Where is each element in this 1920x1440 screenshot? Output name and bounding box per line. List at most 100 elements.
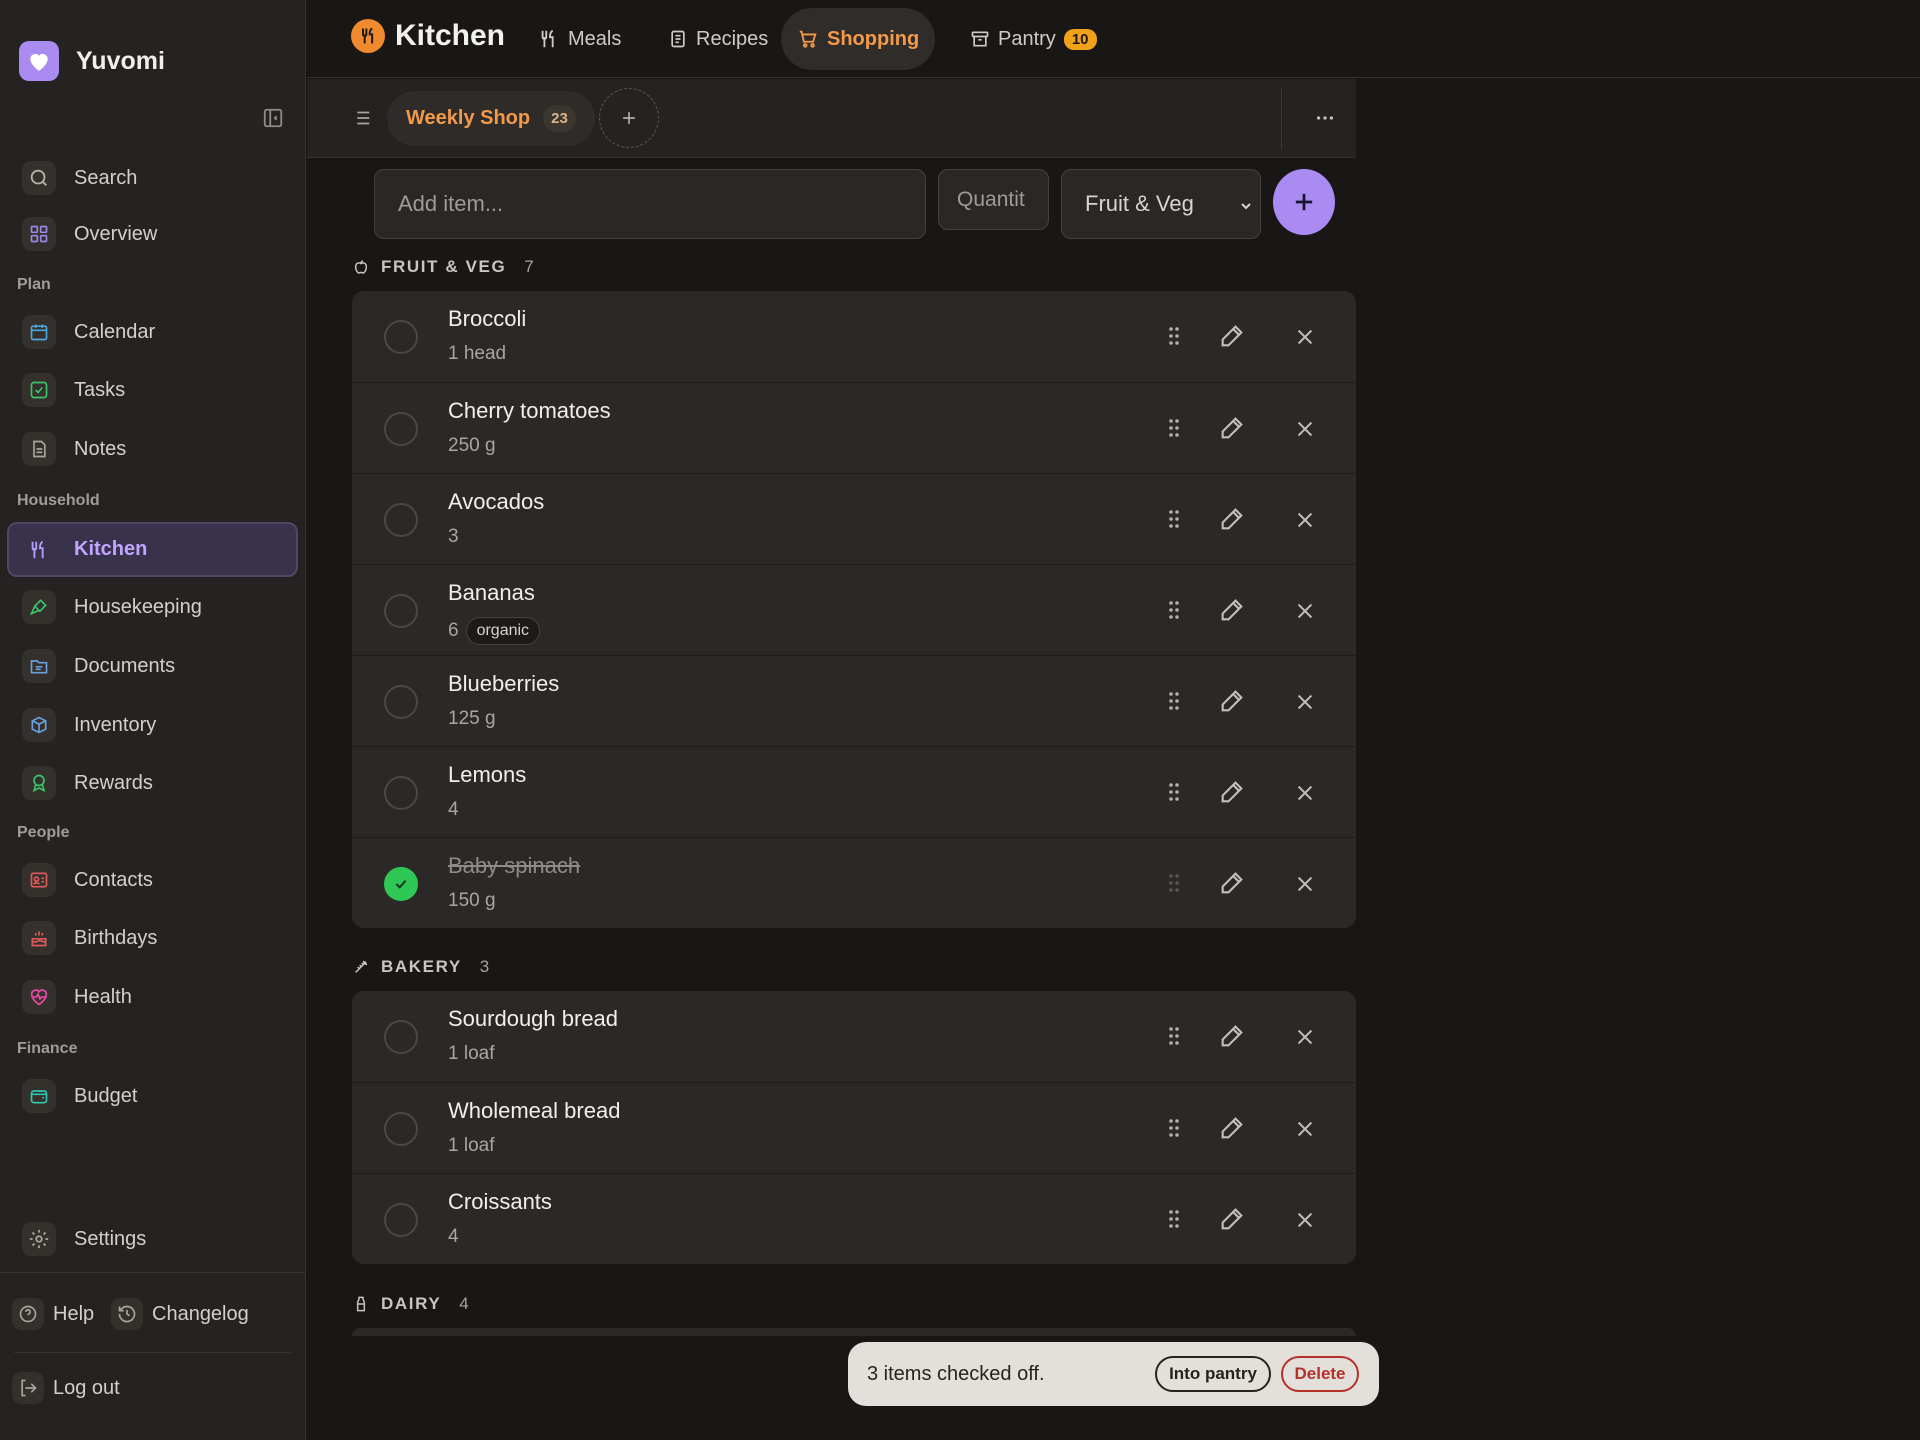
- edit-pencil-icon[interactable]: [1218, 687, 1246, 715]
- close-icon[interactable]: [1294, 873, 1316, 895]
- delete-checked-button[interactable]: Delete: [1281, 1356, 1359, 1392]
- close-icon[interactable]: [1294, 600, 1316, 622]
- category-card-fruit-veg: Broccoli 1 head Cherry tomatoes 250 g Av…: [352, 291, 1356, 928]
- item-checkbox[interactable]: [384, 1203, 418, 1237]
- list-item[interactable]: Lemons 4: [352, 746, 1356, 837]
- tab-pantry[interactable]: Pantry 10: [954, 8, 1113, 70]
- edit-pencil-icon[interactable]: [1218, 322, 1246, 350]
- edit-pencil-icon[interactable]: [1218, 869, 1246, 897]
- into-pantry-button[interactable]: Into pantry: [1155, 1356, 1271, 1392]
- tab-label: Meals: [568, 27, 622, 50]
- edit-pencil-icon[interactable]: [1218, 1022, 1246, 1050]
- collapse-sidebar-icon[interactable]: [262, 107, 284, 129]
- sidebar-item-inventory[interactable]: Inventory: [7, 699, 298, 751]
- tab-shopping[interactable]: Shopping: [781, 8, 936, 70]
- sidebar-item-contacts[interactable]: Contacts: [7, 854, 298, 906]
- item-checkbox[interactable]: [384, 1020, 418, 1054]
- drag-handle-icon[interactable]: [1162, 1207, 1186, 1231]
- item-checkbox[interactable]: [384, 503, 418, 537]
- edit-pencil-icon[interactable]: [1218, 505, 1246, 533]
- add-item-placeholder: Add item...: [398, 191, 504, 216]
- help-circle-icon: [12, 1298, 44, 1330]
- item-checkbox[interactable]: [384, 685, 418, 719]
- sidebar-item-search[interactable]: Search: [7, 152, 298, 204]
- drag-handle-icon[interactable]: [1162, 324, 1186, 348]
- tab-recipes[interactable]: Recipes: [652, 8, 784, 70]
- list-item[interactable]: Avocados 3: [352, 473, 1356, 564]
- sidebar-item-birthdays[interactable]: Birthdays: [7, 912, 298, 964]
- brand[interactable]: Yuvomi: [19, 41, 165, 81]
- list-item[interactable]: Sourdough bread 1 loaf: [352, 991, 1356, 1082]
- item-checkbox[interactable]: [384, 1112, 418, 1146]
- sidebar-item-documents[interactable]: Documents: [7, 640, 298, 692]
- changelog-button[interactable]: Changelog: [111, 1298, 249, 1330]
- close-icon[interactable]: [1294, 326, 1316, 348]
- logout-button[interactable]: Log out: [12, 1372, 120, 1404]
- drag-handle-icon[interactable]: [1162, 598, 1186, 622]
- sidebar-item-kitchen[interactable]: Kitchen: [7, 522, 298, 577]
- close-icon[interactable]: [1294, 691, 1316, 713]
- list-icon[interactable]: [350, 107, 372, 129]
- utensils-icon: [22, 533, 56, 567]
- more-options-icon[interactable]: [1314, 107, 1336, 129]
- add-item-input[interactable]: Add item...: [374, 169, 926, 239]
- edit-pencil-icon[interactable]: [1218, 596, 1246, 624]
- list-item[interactable]: Broccoli 1 head: [352, 291, 1356, 382]
- sidebar: Yuvomi Search Overview Plan Calendar Tas…: [0, 0, 306, 1440]
- list-item[interactable]: Blueberries 125 g: [352, 655, 1356, 746]
- item-checkbox[interactable]: [384, 776, 418, 810]
- sidebar-item-budget[interactable]: Budget: [7, 1070, 298, 1122]
- drag-handle-icon[interactable]: [1162, 871, 1186, 895]
- drag-handle-icon[interactable]: [1162, 416, 1186, 440]
- category-select[interactable]: Fruit & Veg: [1061, 169, 1261, 239]
- sidebar-item-rewards[interactable]: Rewards: [7, 757, 298, 809]
- drag-handle-icon[interactable]: [1162, 1116, 1186, 1140]
- milk-icon: [356, 1296, 366, 1312]
- close-icon[interactable]: [1294, 1118, 1316, 1140]
- close-icon[interactable]: [1294, 1209, 1316, 1231]
- edit-pencil-icon[interactable]: [1218, 414, 1246, 442]
- close-icon[interactable]: [1294, 1026, 1316, 1048]
- add-list-button[interactable]: [599, 88, 659, 148]
- item-quantity: 4: [448, 799, 459, 820]
- sidebar-item-health[interactable]: Health: [7, 971, 298, 1023]
- quantity-input[interactable]: Quantit: [938, 169, 1049, 230]
- drag-handle-icon[interactable]: [1162, 1024, 1186, 1048]
- list-tab-bar: Weekly Shop 23: [307, 79, 1356, 158]
- list-item-checked[interactable]: Baby spinach 150 g: [352, 837, 1356, 928]
- list-item[interactable]: Bananas 6 organic: [352, 564, 1356, 655]
- close-icon[interactable]: [1294, 782, 1316, 804]
- drag-handle-icon[interactable]: [1162, 507, 1186, 531]
- item-checkbox[interactable]: [384, 594, 418, 628]
- list-tab-weekly-shop[interactable]: Weekly Shop 23: [387, 91, 595, 146]
- sidebar-item-settings[interactable]: Settings: [7, 1213, 298, 1265]
- drag-handle-icon[interactable]: [1162, 780, 1186, 804]
- sidebar-item-calendar[interactable]: Calendar: [7, 306, 298, 358]
- list-name: Weekly Shop: [406, 107, 531, 129]
- edit-pencil-icon[interactable]: [1218, 1205, 1246, 1233]
- item-quantity: 1 head: [448, 343, 507, 364]
- list-item[interactable]: Wholemeal bread 1 loaf: [352, 1082, 1356, 1173]
- edit-pencil-icon[interactable]: [1218, 778, 1246, 806]
- close-icon[interactable]: [1294, 418, 1316, 440]
- sidebar-item-label: Inventory: [74, 713, 157, 736]
- sidebar-item-housekeeping[interactable]: Housekeeping: [7, 581, 298, 633]
- sidebar-item-overview[interactable]: Overview: [7, 208, 298, 260]
- add-item-button[interactable]: [1273, 169, 1335, 235]
- item-checkbox[interactable]: [384, 412, 418, 446]
- category-card-dairy: [352, 1328, 1356, 1336]
- list-item[interactable]: Cherry tomatoes 250 g: [352, 382, 1356, 473]
- list-item[interactable]: Croissants 4: [352, 1173, 1356, 1264]
- drag-handle-icon[interactable]: [1162, 689, 1186, 713]
- item-checkbox-checked[interactable]: [384, 867, 418, 901]
- edit-pencil-icon[interactable]: [1218, 1114, 1246, 1142]
- item-checkbox[interactable]: [384, 320, 418, 354]
- tab-meals[interactable]: Meals: [522, 8, 637, 70]
- close-icon[interactable]: [1294, 509, 1316, 531]
- sidebar-item-notes[interactable]: Notes: [7, 423, 298, 475]
- sidebar-item-tasks[interactable]: Tasks: [7, 364, 298, 416]
- help-button[interactable]: Help: [12, 1298, 94, 1330]
- sidebar-item-label: Rewards: [74, 771, 153, 794]
- item-quantity: 150 g: [448, 890, 496, 911]
- section-label-finance: Finance: [17, 1040, 78, 1057]
